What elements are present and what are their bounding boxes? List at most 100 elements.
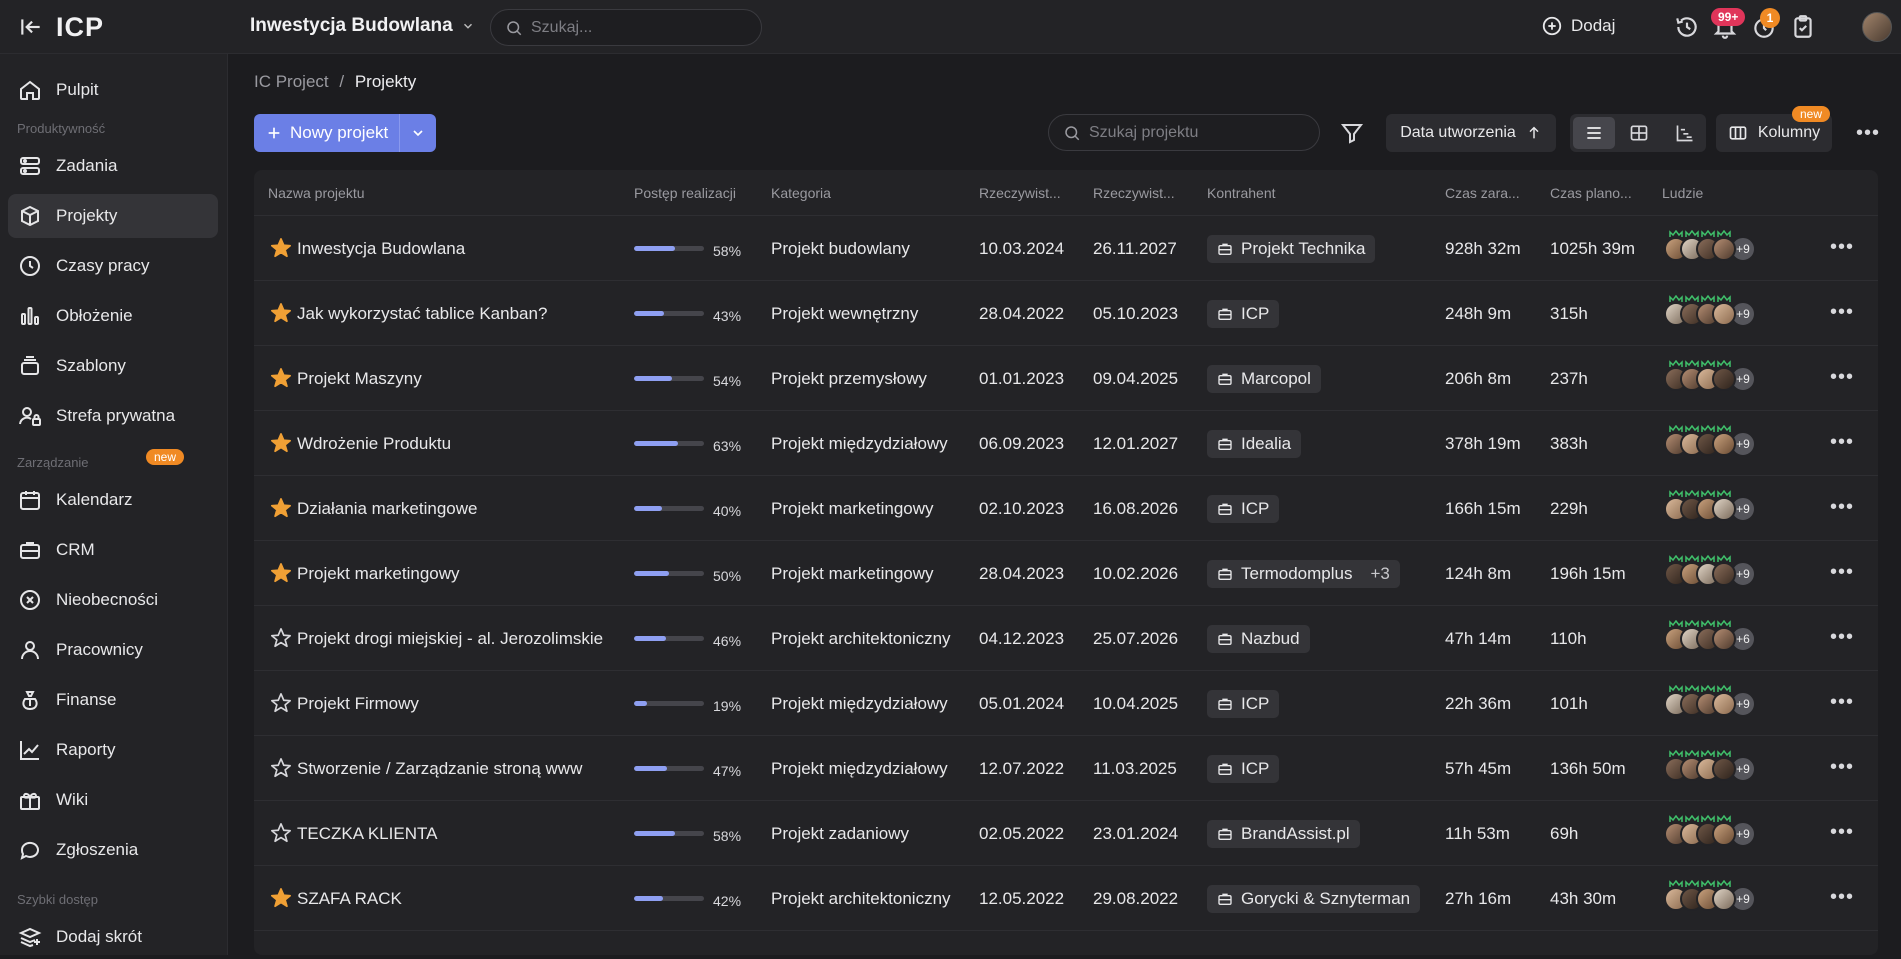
sidebar-item-crm[interactable]: CRM bbox=[8, 528, 218, 572]
row-more-icon[interactable]: ••• bbox=[1830, 496, 1854, 519]
row-more-icon[interactable]: ••• bbox=[1830, 301, 1854, 324]
client-tag[interactable]: Termodomplus +3 bbox=[1207, 559, 1400, 588]
col-time-spent-header[interactable]: Czas zara... bbox=[1445, 185, 1520, 201]
table-row[interactable]: Jak wykorzystać tablice Kanban? 43% Proj… bbox=[254, 281, 1878, 346]
person-avatar[interactable] bbox=[1712, 294, 1736, 326]
people-stack[interactable]: +9 bbox=[1664, 229, 1756, 262]
favorite-star-icon[interactable] bbox=[270, 562, 292, 584]
global-search[interactable] bbox=[490, 9, 762, 46]
table-row[interactable]: TECZKA KLIENTA 58% Projekt zadaniowy 02.… bbox=[254, 801, 1878, 866]
people-stack[interactable]: +9 bbox=[1664, 359, 1756, 392]
sidebar-item-tickets[interactable]: Zgłoszenia bbox=[8, 828, 218, 872]
people-stack[interactable]: +9 bbox=[1664, 554, 1756, 587]
client-tag[interactable]: ICP bbox=[1207, 299, 1280, 328]
col-time-planned-header[interactable]: Czas plano... bbox=[1550, 185, 1632, 201]
favorite-star-icon[interactable] bbox=[270, 497, 292, 519]
client-tag[interactable]: ICP bbox=[1207, 689, 1280, 718]
person-avatar[interactable] bbox=[1712, 684, 1736, 716]
filter-icon[interactable] bbox=[1340, 121, 1364, 145]
table-row[interactable]: Projekt marketingowy 50% Projekt marketi… bbox=[254, 541, 1878, 606]
col-start-header[interactable]: Rzeczywist... bbox=[979, 185, 1061, 201]
project-switcher[interactable]: Inwestycja Budowlana bbox=[250, 15, 475, 37]
favorite-star-icon[interactable] bbox=[270, 887, 292, 909]
sidebar-item-add-shortcut[interactable]: Dodaj skrót bbox=[8, 915, 218, 959]
project-name[interactable]: Inwestycja Budowlana bbox=[297, 216, 465, 281]
project-name[interactable]: Jak wykorzystać tablice Kanban? bbox=[297, 281, 547, 346]
breadcrumb-root[interactable]: IC Project bbox=[254, 72, 329, 91]
row-more-icon[interactable]: ••• bbox=[1830, 886, 1854, 909]
favorite-star-icon[interactable] bbox=[270, 757, 292, 779]
new-project-main[interactable]: Nowy projekt bbox=[254, 114, 400, 152]
person-avatar[interactable] bbox=[1712, 749, 1736, 781]
person-avatar[interactable] bbox=[1712, 424, 1736, 456]
history-icon[interactable] bbox=[1674, 14, 1700, 40]
row-more-icon[interactable]: ••• bbox=[1830, 756, 1854, 779]
person-avatar[interactable] bbox=[1712, 229, 1736, 261]
client-tag[interactable]: Nazbud bbox=[1207, 624, 1310, 653]
row-more-icon[interactable]: ••• bbox=[1830, 431, 1854, 454]
project-name[interactable]: Wdrożenie Produktu bbox=[297, 411, 451, 476]
new-project-dropdown[interactable] bbox=[400, 125, 436, 141]
sidebar-item-calendar[interactable]: Kalendarz bbox=[8, 478, 218, 522]
client-tag[interactable]: Projekt Technika bbox=[1207, 234, 1376, 263]
project-name[interactable]: TECZKA KLIENTA bbox=[297, 801, 437, 866]
sidebar-item-projects[interactable]: Projekty bbox=[8, 194, 218, 238]
people-stack[interactable]: +9 bbox=[1664, 749, 1756, 782]
project-name[interactable]: Projekt marketingowy bbox=[297, 541, 460, 606]
sidebar-item-templates[interactable]: Szablony bbox=[8, 344, 218, 388]
sidebar-item-private-zone[interactable]: Strefa prywatna bbox=[8, 394, 218, 438]
sidebar-item-workload[interactable]: Obłożenie bbox=[8, 294, 218, 338]
table-row[interactable]: Działania marketingowe 40% Projekt marke… bbox=[254, 476, 1878, 541]
project-name[interactable]: Projekt Maszyny bbox=[297, 346, 422, 411]
row-more-icon[interactable]: ••• bbox=[1830, 236, 1854, 259]
table-row[interactable]: Inwestycja Budowlana 58% Projekt budowla… bbox=[254, 216, 1878, 281]
people-stack[interactable]: +9 bbox=[1664, 424, 1756, 457]
add-button[interactable]: Dodaj bbox=[1541, 15, 1615, 37]
sidebar-item-finances[interactable]: Finanse bbox=[8, 678, 218, 722]
client-tag[interactable]: ICP bbox=[1207, 754, 1280, 783]
collapse-sidebar-icon[interactable] bbox=[18, 14, 44, 40]
project-name[interactable]: Działania marketingowe bbox=[297, 476, 477, 541]
row-more-icon[interactable]: ••• bbox=[1830, 366, 1854, 389]
people-stack[interactable]: +9 bbox=[1664, 684, 1756, 717]
favorite-star-icon[interactable] bbox=[270, 432, 292, 454]
favorite-star-icon[interactable] bbox=[270, 822, 292, 844]
table-row[interactable]: Wdrożenie Produktu 63% Projekt międzydzi… bbox=[254, 411, 1878, 476]
client-tag[interactable]: ICP bbox=[1207, 494, 1280, 523]
global-search-input[interactable] bbox=[531, 18, 731, 37]
project-search-input[interactable] bbox=[1089, 123, 1309, 142]
person-avatar[interactable] bbox=[1712, 619, 1736, 651]
sidebar-item-dashboard[interactable]: Pulpit bbox=[8, 68, 218, 112]
person-avatar[interactable] bbox=[1712, 879, 1736, 911]
people-stack[interactable]: +9 bbox=[1664, 294, 1756, 327]
favorite-star-icon[interactable] bbox=[270, 692, 292, 714]
table-row[interactable]: SZAFA RACK 42% Projekt architektoniczny … bbox=[254, 866, 1878, 931]
project-search[interactable] bbox=[1048, 114, 1320, 151]
sidebar-item-wiki[interactable]: Wiki bbox=[8, 778, 218, 822]
person-avatar[interactable] bbox=[1712, 814, 1736, 846]
row-more-icon[interactable]: ••• bbox=[1830, 691, 1854, 714]
user-avatar[interactable] bbox=[1862, 12, 1892, 42]
col-client-header[interactable]: Kontrahent bbox=[1207, 185, 1276, 201]
row-more-icon[interactable]: ••• bbox=[1830, 626, 1854, 649]
more-options-icon[interactable]: ••• bbox=[1856, 122, 1880, 145]
favorite-star-icon[interactable] bbox=[270, 367, 292, 389]
project-name[interactable]: Stworzenie / Zarządzanie stroną www bbox=[297, 736, 582, 801]
client-tag[interactable]: Idealia bbox=[1207, 429, 1302, 458]
sidebar-item-employees[interactable]: Pracownicy bbox=[8, 628, 218, 672]
table-row[interactable]: Stworzenie / Zarządzanie stroną www 47% … bbox=[254, 736, 1878, 801]
project-name[interactable]: Projekt drogi miejskiej - al. Jerozolims… bbox=[297, 606, 603, 671]
table-row[interactable]: Projekt Maszyny 54% Projekt przemysłowy … bbox=[254, 346, 1878, 411]
people-stack[interactable]: +9 bbox=[1664, 879, 1756, 912]
project-name[interactable]: Projekt Firmowy bbox=[297, 671, 419, 736]
sidebar-item-worktime[interactable]: Czasy pracy bbox=[8, 244, 218, 288]
col-category-header[interactable]: Kategoria bbox=[771, 185, 831, 201]
client-tag[interactable]: Marcopol bbox=[1207, 364, 1321, 393]
favorite-star-icon[interactable] bbox=[270, 627, 292, 649]
people-stack[interactable]: +9 bbox=[1664, 814, 1756, 847]
people-stack[interactable]: +9 bbox=[1664, 489, 1756, 522]
grid-view-button[interactable] bbox=[1618, 117, 1660, 149]
table-row[interactable]: Projekt drogi miejskiej - al. Jerozolims… bbox=[254, 606, 1878, 671]
project-name[interactable]: SZAFA RACK bbox=[297, 866, 402, 931]
client-tag[interactable]: BrandAssist.pl bbox=[1207, 819, 1360, 848]
